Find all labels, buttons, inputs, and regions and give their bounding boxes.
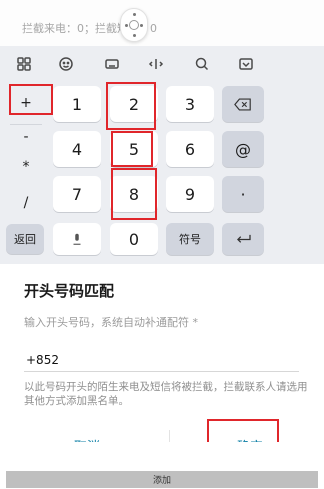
drag-dot-icon — [125, 24, 128, 27]
enter-key[interactable] — [222, 223, 264, 255]
keyboard-icon[interactable] — [100, 52, 124, 76]
drag-dot-icon — [140, 24, 143, 27]
keyboard-toolbar — [0, 46, 324, 80]
slash-key[interactable]: / — [8, 184, 44, 222]
digit-key-4[interactable]: 4 — [53, 131, 101, 167]
digit-key-5[interactable]: 5 — [110, 131, 158, 167]
back-key[interactable]: 返回 — [6, 224, 44, 254]
search-icon[interactable] — [190, 52, 214, 76]
drag-dot-icon — [133, 13, 136, 16]
numeric-keyboard: + - * / 返回 1 2 3 4 5 6 @ 7 8 9 · 0 符号 — [0, 46, 324, 264]
status-bar: 拦截来电：0；拦截短信：0 — [0, 0, 324, 46]
cursor-move-icon[interactable] — [144, 52, 168, 76]
dialog-title: 开头号码匹配 — [24, 282, 115, 300]
microphone-icon — [73, 233, 81, 245]
digit-key-9[interactable]: 9 — [166, 176, 214, 212]
prefix-number-input[interactable] — [24, 348, 299, 372]
digit-key-6[interactable]: 6 — [166, 131, 214, 167]
drag-dot-icon — [133, 34, 136, 37]
keyboard-drag-handle[interactable] — [120, 8, 148, 42]
digit-key-7[interactable]: 7 — [53, 176, 101, 212]
plus-key[interactable]: + — [8, 84, 44, 122]
hide-keyboard-icon[interactable] — [234, 52, 258, 76]
grid-icon[interactable] — [12, 52, 36, 76]
bottom-area: 添加 — [0, 442, 324, 489]
dialog-description: 以此号码开头的陌生来电及短信将被拦截，拦截联系人请选用其他方式添加黑名单。 — [24, 381, 308, 407]
digit-key-0[interactable]: 0 — [110, 223, 158, 255]
dot-key[interactable]: · — [222, 176, 264, 212]
enter-icon — [236, 234, 251, 243]
symbol-key[interactable]: 符号 — [166, 223, 214, 255]
backspace-icon — [234, 98, 251, 110]
asterisk-key[interactable]: * — [8, 148, 44, 186]
space-key[interactable] — [53, 223, 101, 255]
digit-key-2[interactable]: 2 — [110, 86, 158, 122]
add-button[interactable]: 添加 — [6, 471, 318, 488]
backspace-key[interactable] — [222, 86, 264, 122]
emoji-icon[interactable] — [54, 52, 78, 76]
prefix-match-dialog: 开头号码匹配 输入开头号码，系统自动补通配符 * 以此号码开头的陌生来电及短信将… — [0, 264, 324, 442]
digit-key-3[interactable]: 3 — [166, 86, 214, 122]
at-key[interactable]: @ — [222, 131, 264, 167]
digit-key-8[interactable]: 8 — [110, 176, 158, 212]
input-hint: 输入开头号码，系统自动补通配符 * — [24, 316, 198, 329]
digit-key-1[interactable]: 1 — [53, 86, 101, 122]
drag-knob-icon — [129, 20, 139, 30]
